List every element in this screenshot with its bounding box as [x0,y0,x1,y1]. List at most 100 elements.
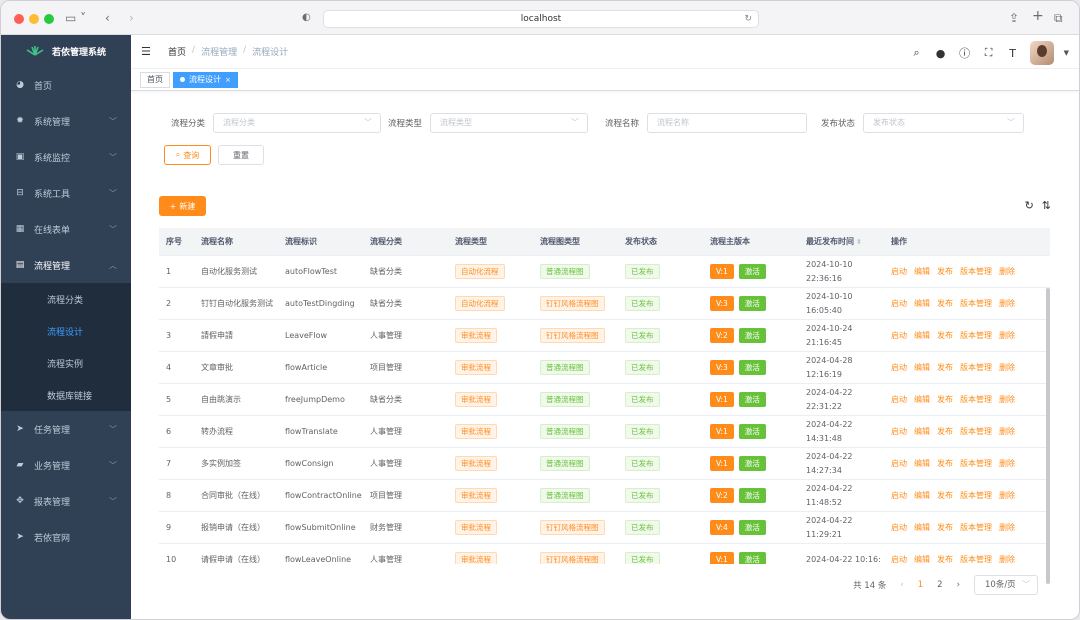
version-manage-link[interactable]: 版本管理 [960,331,992,340]
query-button[interactable]: ⌕ 查询 [164,145,211,165]
fullscreen-icon[interactable]: ⛶ [982,46,996,60]
version-manage-link[interactable]: 版本管理 [960,267,992,276]
new-tab-icon[interactable]: + [1032,9,1044,23]
font-size-icon[interactable]: T [1006,47,1020,60]
tag-flow-design[interactable]: 流程设计 × [173,71,238,88]
edit-link[interactable]: 编辑 [914,523,930,532]
zoom-window-button[interactable] [44,14,54,24]
version-manage-link[interactable]: 版本管理 [960,299,992,308]
status-select[interactable]: 发布状态 ﹀ [863,113,1025,133]
version-manage-link[interactable]: 版本管理 [960,363,992,372]
publish-link[interactable]: 发布 [937,459,953,468]
sidebar-item-monitor[interactable]: ▣ 系统监控 ﹀ [1,139,131,175]
back-icon[interactable]: ‹ [105,11,110,25]
column-header-sortable[interactable]: 最近发布时间 ⬍ [799,236,884,247]
publish-link[interactable]: 发布 [937,299,953,308]
start-link[interactable]: 启动 [891,555,907,564]
delete-link[interactable]: 删除 [999,395,1015,404]
page-size-select[interactable]: 10条/页 ﹀ [974,575,1038,595]
chevron-down-icon[interactable]: ▼ [1064,49,1069,57]
refresh-icon[interactable]: ↻ [1025,199,1034,212]
logo[interactable]: 若依管理系统 [1,35,131,67]
address-bar[interactable]: localhost ↻ [323,10,759,28]
name-input[interactable]: 流程名称 [647,113,808,133]
vertical-scrollbar[interactable] [1046,288,1050,584]
edit-link[interactable]: 编辑 [914,395,930,404]
delete-link[interactable]: 删除 [999,299,1015,308]
edit-link[interactable]: 编辑 [914,491,930,500]
publish-link[interactable]: 发布 [937,331,953,340]
sidebar-item-website[interactable]: ➤ 若依官网 [1,519,131,555]
page-number[interactable]: 2 [937,580,942,590]
github-icon[interactable]: ● [934,47,948,60]
publish-link[interactable]: 发布 [937,427,953,436]
version-manage-link[interactable]: 版本管理 [960,523,992,532]
sort-icon[interactable]: ⬍ [856,238,862,246]
version-manage-link[interactable]: 版本管理 [960,459,992,468]
sidebar-item-db-link[interactable]: 数据库链接 [1,379,131,411]
start-link[interactable]: 启动 [891,427,907,436]
start-link[interactable]: 启动 [891,331,907,340]
publish-link[interactable]: 发布 [937,395,953,404]
sidebar-item-flow-instance[interactable]: 流程实例 [1,347,131,379]
start-link[interactable]: 启动 [891,395,907,404]
delete-link[interactable]: 删除 [999,427,1015,436]
start-link[interactable]: 启动 [891,523,907,532]
tag-home[interactable]: 首页 [140,71,170,88]
question-icon[interactable]: ⓘ [958,45,972,61]
version-manage-link[interactable]: 版本管理 [960,427,992,436]
start-link[interactable]: 启动 [891,491,907,500]
publish-link[interactable]: 发布 [937,363,953,372]
category-select[interactable]: 流程分类 ﹀ [213,113,382,133]
type-select[interactable]: 流程类型 ﹀ [430,113,589,133]
sidebar-item-flow-design[interactable]: 流程设计 [1,315,131,347]
sidebar-toggle-icon[interactable]: ▭ ˅ [65,11,86,25]
column-settings-icon[interactable]: ⇅ [1042,199,1051,212]
sidebar-item-tools[interactable]: ⊟ 系统工具 ﹀ [1,175,131,211]
start-link[interactable]: 启动 [891,267,907,276]
edit-link[interactable]: 编辑 [914,267,930,276]
start-link[interactable]: 启动 [891,459,907,468]
next-page-icon[interactable]: › [957,580,960,590]
new-button[interactable]: + 新建 [159,196,206,216]
delete-link[interactable]: 删除 [999,459,1015,468]
start-link[interactable]: 启动 [891,363,907,372]
page-number-current[interactable]: 1 [918,580,923,590]
edit-link[interactable]: 编辑 [914,555,930,564]
publish-link[interactable]: 发布 [937,555,953,564]
breadcrumb-home[interactable]: 首页 [168,45,186,58]
sidebar-item-flow[interactable]: ▤ 流程管理 ︿ [1,247,131,283]
reload-icon[interactable]: ↻ [744,11,752,27]
reset-button[interactable]: 重置 [218,145,264,165]
version-manage-link[interactable]: 版本管理 [960,395,992,404]
sidebar-item-online-form[interactable]: ▦ 在线表单 ﹀ [1,211,131,247]
publish-link[interactable]: 发布 [937,267,953,276]
close-window-button[interactable] [14,14,24,24]
sidebar-item-home[interactable]: ◕ 首页 [1,67,131,103]
tab-overview-icon[interactable]: ⧉ [1054,11,1063,25]
delete-link[interactable]: 删除 [999,363,1015,372]
edit-link[interactable]: 编辑 [914,459,930,468]
sidebar-item-reports[interactable]: ✥ 报表管理 ﹀ [1,483,131,519]
edit-link[interactable]: 编辑 [914,363,930,372]
version-manage-link[interactable]: 版本管理 [960,491,992,500]
forward-icon[interactable]: › [129,11,134,25]
share-icon[interactable]: ⇪ [1009,11,1019,25]
avatar[interactable] [1029,41,1054,65]
delete-link[interactable]: 删除 [999,331,1015,340]
search-icon[interactable]: ⌕ [910,46,924,60]
delete-link[interactable]: 删除 [999,555,1015,564]
minimize-window-button[interactable] [29,14,39,24]
sidebar-item-flow-category[interactable]: 流程分类 [1,283,131,315]
edit-link[interactable]: 编辑 [914,331,930,340]
edit-link[interactable]: 编辑 [914,299,930,308]
delete-link[interactable]: 删除 [999,267,1015,276]
delete-link[interactable]: 删除 [999,491,1015,500]
publish-link[interactable]: 发布 [937,523,953,532]
hamburger-icon[interactable]: ☰ [141,45,153,58]
start-link[interactable]: 启动 [891,299,907,308]
sidebar-item-business[interactable]: ▰ 业务管理 ﹀ [1,447,131,483]
edit-link[interactable]: 编辑 [914,427,930,436]
version-manage-link[interactable]: 版本管理 [960,555,992,564]
delete-link[interactable]: 删除 [999,523,1015,532]
